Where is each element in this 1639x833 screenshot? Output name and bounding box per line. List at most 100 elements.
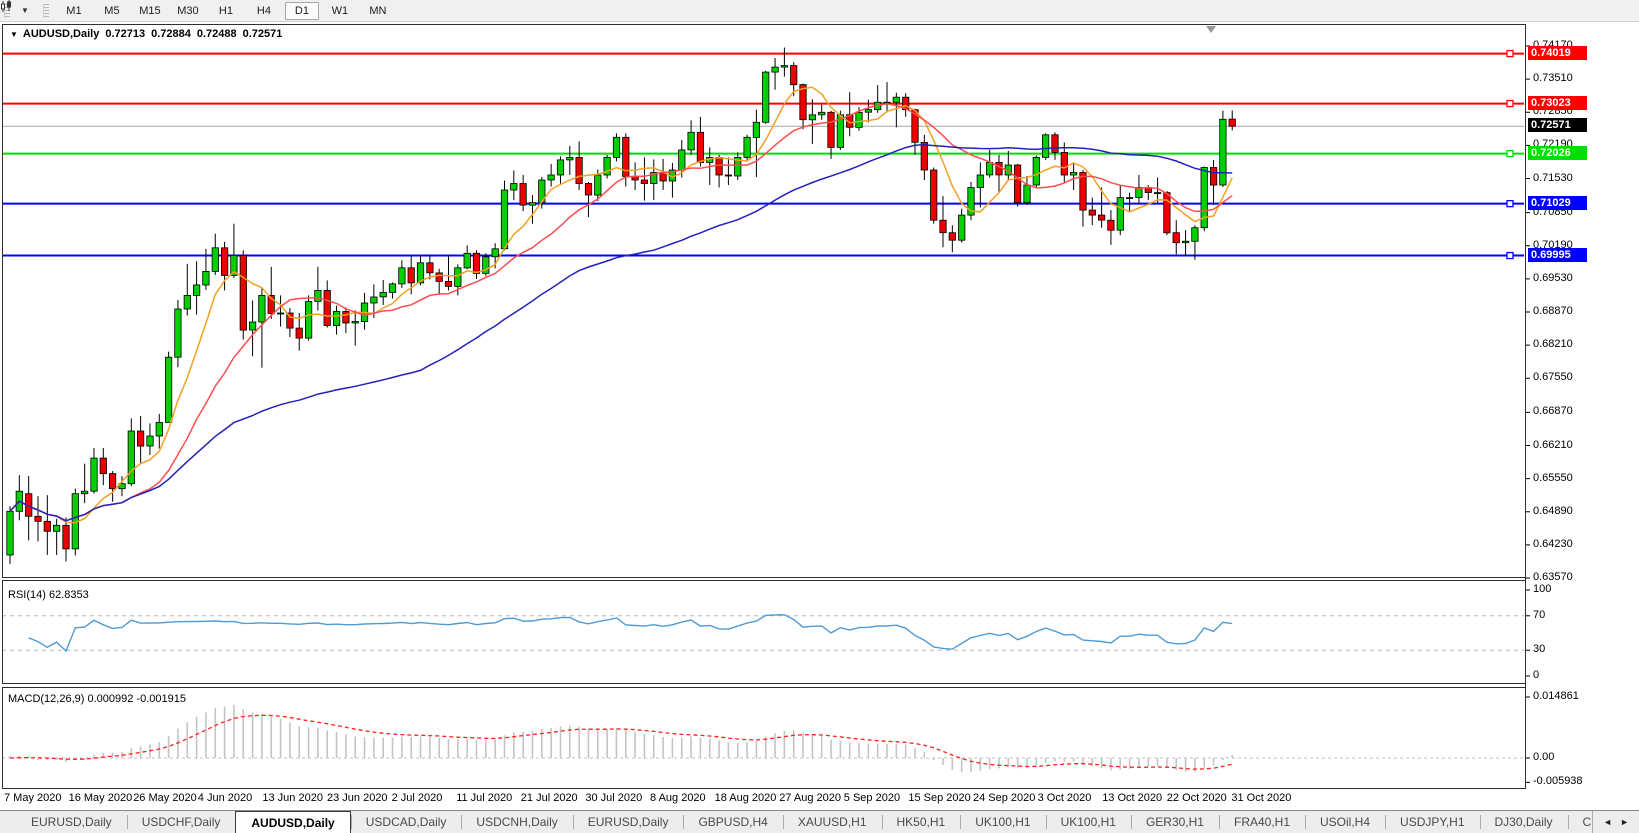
timeframe-button-m1[interactable]: M1	[57, 2, 91, 20]
chart-tab-eurusd-daily[interactable]: EURUSD,Daily	[573, 811, 684, 833]
date-axis-label: 4 Jun 2020	[198, 792, 252, 804]
timeframe-button-m15[interactable]: M15	[133, 2, 167, 20]
date-axis-label: 11 Jul 2020	[456, 792, 512, 804]
price-tick-label: 0.67550	[1533, 371, 1573, 383]
high-value: 0.72884	[151, 28, 191, 40]
date-axis-label: 27 Aug 2020	[779, 792, 841, 804]
chart-tab-hk50-h1[interactable]: HK50,H1	[882, 811, 961, 833]
rsi-line	[29, 615, 1233, 651]
timeframe-button-mn[interactable]: MN	[361, 2, 395, 20]
tab-scroll-arrows: ◄ ►	[1592, 811, 1639, 833]
chart-tab-dj30-daily[interactable]: DJ30,Daily	[1480, 811, 1568, 833]
level-price-label: 0.71029	[1528, 196, 1587, 210]
arrow-left-icon[interactable]: ◄	[1603, 817, 1612, 827]
chart-tabs: EURUSD,DailyUSDCHF,DailyAUDUSD,DailyUSDC…	[16, 811, 1592, 833]
macd-axis-label: 0.00	[1533, 751, 1554, 763]
date-axis-label: 16 May 2020	[69, 792, 133, 804]
date-axis-label: 13 Oct 2020	[1102, 792, 1162, 804]
price-tick-label: 0.68210	[1533, 338, 1573, 350]
chart-canvas[interactable]	[0, 0, 1639, 832]
timeframe-button-m5[interactable]: M5	[95, 2, 129, 20]
macd-signal-line	[10, 715, 1232, 769]
price-tick-label: 0.64890	[1533, 505, 1573, 517]
chart-tab-usoil-h4[interactable]: USOil,H4	[1305, 811, 1385, 833]
chart-tab-eurusd-daily[interactable]: EURUSD,Daily	[16, 811, 127, 833]
price-tick-label: 0.63570	[1533, 571, 1573, 583]
triangle-down-icon[interactable]: ▼	[10, 30, 18, 39]
date-axis-label: 8 Aug 2020	[650, 792, 706, 804]
price-tick-label: 0.64230	[1533, 538, 1573, 550]
level-handle-4	[1507, 253, 1513, 259]
price-tick-label: 0.66870	[1533, 405, 1573, 417]
chart-tab-usdjpy-h1[interactable]: USDJPY,H1	[1385, 811, 1479, 833]
chart-tab-fra40-h1[interactable]: FRA40,H1	[1219, 811, 1305, 833]
timeframe-button-w1[interactable]: W1	[323, 2, 357, 20]
level-handle-0	[1507, 51, 1513, 57]
date-axis-label: 31 Oct 2020	[1231, 792, 1291, 804]
level-price-label: 0.69995	[1528, 248, 1587, 262]
date-axis-label: 5 Sep 2020	[844, 792, 900, 804]
price-tick-label: 0.69530	[1533, 272, 1573, 284]
macd-axis-label: 0.014861	[1533, 690, 1579, 702]
level-price-label: 0.73023	[1528, 96, 1587, 110]
rsi-axis-label: 30	[1533, 643, 1545, 655]
arrow-right-icon[interactable]: ►	[1620, 817, 1629, 827]
timeframe-button-d1[interactable]: D1	[285, 2, 319, 20]
macd-label: MACD(12,26,9) 0.000992 -0.001915	[8, 693, 186, 705]
current-price-label: 0.72571	[1528, 118, 1587, 132]
timeframe-button-m30[interactable]: M30	[171, 2, 205, 20]
chart-shift-marker-icon[interactable]	[1206, 26, 1216, 33]
chart-tab-bar: EURUSD,DailyUSDCHF,DailyAUDUSD,DailyUSDC…	[0, 810, 1639, 833]
macd-histogram	[10, 705, 1232, 773]
chart-tab-audusd-daily[interactable]: AUDUSD,Daily	[235, 811, 350, 833]
date-axis-label: 21 Jul 2020	[521, 792, 578, 804]
date-axis-label: 23 Jun 2020	[327, 792, 388, 804]
macd-axis-label: -0.005938	[1533, 775, 1583, 787]
moving-average-line-14	[10, 104, 1232, 521]
chevron-down-icon[interactable]: ▼	[21, 6, 29, 15]
timeframe-button-group: M1M5M15M30H1H4D1W1MN	[55, 2, 397, 20]
timeframe-button-h4[interactable]: H4	[247, 2, 281, 20]
chart-tab-usdchf-daily[interactable]: USDCHF,Daily	[127, 811, 236, 833]
low-value: 0.72488	[197, 28, 237, 40]
price-tick-label: 0.68870	[1533, 305, 1573, 317]
chart-tab-uk100-h1[interactable]: UK100,H1	[1046, 811, 1131, 833]
symbol-label: AUDUSD,Daily	[23, 28, 99, 40]
moving-average-line-45	[10, 145, 1232, 521]
price-tick-label: 0.73510	[1533, 72, 1573, 84]
candles-group	[7, 48, 1236, 565]
timeframe-button-h1[interactable]: H1	[209, 2, 243, 20]
chart-header: ▼ AUDUSD,Daily 0.72713 0.72884 0.72488 0.7257…	[10, 28, 288, 40]
chart-tab-usdcad-daily[interactable]: USDCAD,Daily	[351, 811, 462, 833]
toolbar-grip-2[interactable]	[43, 4, 49, 18]
open-value: 0.72713	[105, 28, 145, 40]
level-price-label: 0.74019	[1528, 46, 1587, 60]
chart-tab-ger30-h1[interactable]: GER30,H1	[1131, 811, 1219, 833]
rsi-axis-label: 0	[1533, 669, 1539, 681]
rsi-axis-label: 70	[1533, 609, 1545, 621]
date-axis-label: 18 Aug 2020	[715, 792, 777, 804]
rsi-label: RSI(14) 62.8353	[8, 589, 89, 601]
date-axis-label: 3 Oct 2020	[1038, 792, 1092, 804]
chart-tab-china300-h1[interactable]: CHINA300,H1	[1568, 811, 1593, 833]
chart-tab-xauusd-h1[interactable]: XAUUSD,H1	[783, 811, 882, 833]
date-axis-label: 2 Jul 2020	[392, 792, 443, 804]
date-axis-label: 22 Oct 2020	[1167, 792, 1227, 804]
candlestick-chart-icon-glyph	[0, 0, 13, 13]
chart-tab-gbpusd-h4[interactable]: GBPUSD,H4	[683, 811, 782, 833]
level-price-label: 0.72026	[1528, 146, 1587, 160]
level-handle-1	[1507, 101, 1513, 107]
date-axis-label: 7 May 2020	[4, 792, 61, 804]
date-axis-label: 13 Jun 2020	[262, 792, 323, 804]
chart-tab-usdcnh-daily[interactable]: USDCNH,Daily	[461, 811, 572, 833]
price-tick-label: 0.71530	[1533, 172, 1573, 184]
date-axis-label: 30 Jul 2020	[585, 792, 642, 804]
date-axis-label: 26 May 2020	[133, 792, 197, 804]
date-axis-label: 24 Sep 2020	[973, 792, 1035, 804]
chart-tab-uk100-h1[interactable]: UK100,H1	[960, 811, 1045, 833]
date-axis-label: 15 Sep 2020	[908, 792, 970, 804]
price-tick-label: 0.66210	[1533, 439, 1573, 451]
close-value: 0.72571	[243, 28, 283, 40]
level-handle-2	[1507, 151, 1513, 157]
level-handle-3	[1507, 201, 1513, 207]
